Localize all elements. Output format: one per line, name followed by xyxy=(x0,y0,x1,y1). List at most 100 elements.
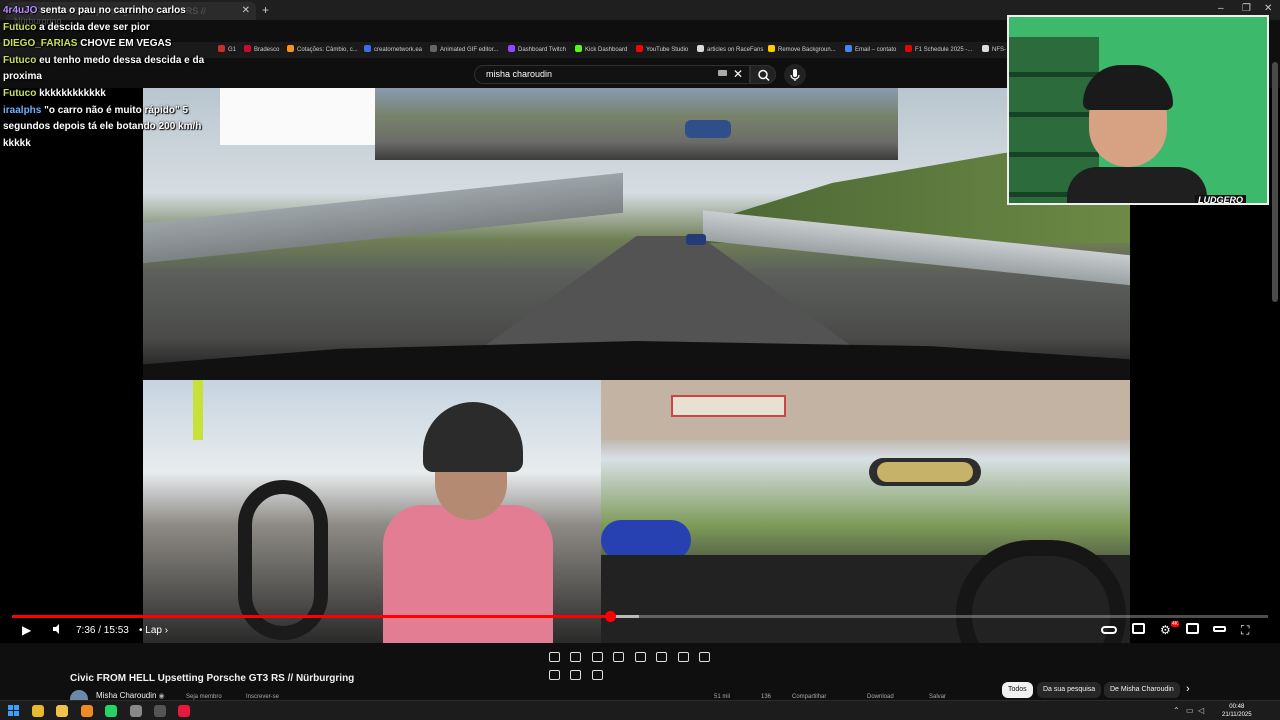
bookmark-item[interactable]: Remove Backgroun... xyxy=(768,45,836,53)
chat-username[interactable]: Futuco xyxy=(3,22,36,33)
maximize-icon[interactable]: ❐ xyxy=(1242,3,1251,14)
bookmark-item[interactable]: F1 Schedule 2025 -... xyxy=(905,45,972,53)
clock-date: 21/11/2025 xyxy=(1222,712,1252,718)
settings-icon[interactable]: ⚙ xyxy=(1160,623,1171,637)
bookmark-favicon-icon xyxy=(244,45,251,52)
bookmark-favicon-icon xyxy=(768,45,775,52)
bookmark-item[interactable]: Dashboard Twitch xyxy=(508,45,566,53)
voice-search-button[interactable] xyxy=(784,64,806,86)
bookmark-item[interactable]: Animated GIF editor... xyxy=(430,45,498,53)
bookmark-label: NFS- xyxy=(992,47,1006,53)
screenshot-icon[interactable] xyxy=(549,669,560,680)
driver-camera-view xyxy=(143,380,601,643)
clear-search-icon[interactable]: ✕ xyxy=(733,67,743,81)
sky-patch xyxy=(220,88,375,145)
bookmark-item[interactable]: G1 xyxy=(218,45,236,53)
bookmark-label: Email – contato xyxy=(855,47,897,53)
filter-chip[interactable]: Todos xyxy=(1002,682,1033,698)
bookmark-label: Kick Dashboard xyxy=(585,47,628,53)
channel-name[interactable]: Misha Charoudin ◉ xyxy=(96,691,165,700)
camera-icon[interactable] xyxy=(570,669,582,680)
bookmark-item[interactable]: creatornetwork.ea xyxy=(364,45,422,53)
app-red-icon[interactable] xyxy=(178,705,190,717)
chat-message: Futuco eu tenho medo dessa descida e da … xyxy=(3,53,218,86)
play-icon[interactable]: ▶ xyxy=(22,623,31,637)
theater-mode-icon[interactable] xyxy=(1213,626,1226,632)
bookmark-label: G1 xyxy=(228,47,237,53)
bookmark-label: Remove Backgroun... xyxy=(778,47,836,53)
bookmark-item[interactable]: Email – contato xyxy=(845,45,896,53)
chips-next-icon[interactable]: › xyxy=(1186,683,1190,695)
chat-message: iraalphs "o carro não é muito rápido" 5 … xyxy=(3,103,218,153)
bookmark-label: Cotações: Câmbio, c... xyxy=(297,47,358,53)
speed-icon[interactable] xyxy=(699,651,711,662)
filter-chip[interactable]: De Misha Charoudin xyxy=(1104,682,1180,698)
chat-username[interactable]: 4r4uJO xyxy=(3,5,37,16)
cinema-icon[interactable] xyxy=(591,651,603,662)
close-tab-icon[interactable]: ✕ xyxy=(242,5,250,16)
new-tab-button[interactable]: + xyxy=(262,3,269,17)
pip-icon[interactable] xyxy=(634,651,646,662)
bookmark-favicon-icon xyxy=(575,45,582,52)
chat-username[interactable]: Futuco xyxy=(3,55,36,66)
bookmark-favicon-icon xyxy=(697,45,704,52)
keyboard-icon[interactable] xyxy=(718,70,727,76)
loop-icon[interactable] xyxy=(549,651,560,662)
chat-username[interactable]: DIEGO_FARIAS xyxy=(3,38,77,49)
chat-text: a descida deve ser pior xyxy=(39,21,150,33)
whatsapp-icon[interactable] xyxy=(105,705,117,717)
scrubber-handle[interactable] xyxy=(605,611,616,622)
filter-chip[interactable]: Da sua pesquisa xyxy=(1037,682,1102,698)
frame-icon[interactable] xyxy=(613,651,625,662)
app-gray-icon[interactable] xyxy=(130,705,142,717)
channel-name-text[interactable]: Misha Charoudin xyxy=(96,691,156,700)
chapter-label[interactable]: • Lap › xyxy=(139,625,168,636)
chat-message: Futuco a descida deve ser pior xyxy=(3,20,218,37)
mirror-icon[interactable] xyxy=(656,651,668,662)
chat-username[interactable]: Futuco xyxy=(3,88,36,99)
bookmark-favicon-icon xyxy=(364,45,371,52)
obs-icon[interactable] xyxy=(154,705,166,717)
bookmark-label: Bradesco xyxy=(254,47,280,53)
tray-chevron-icon[interactable]: ⌃ xyxy=(1173,706,1180,715)
subtitles-icon[interactable] xyxy=(1132,623,1145,634)
bookmark-favicon-icon xyxy=(905,45,912,52)
close-window-icon[interactable]: ✕ xyxy=(1264,3,1272,14)
minimize-icon[interactable]: – xyxy=(1218,3,1224,14)
bookmark-label: creatornetwork.ea xyxy=(374,47,423,53)
audio-icon[interactable] xyxy=(570,651,582,662)
volume-icon[interactable] xyxy=(52,623,64,638)
taskbar-clock[interactable]: 00:48 21/11/2025 xyxy=(1222,703,1252,719)
chrome-icon[interactable] xyxy=(32,705,44,717)
files-icon[interactable] xyxy=(56,705,68,717)
autoplay-toggle[interactable] xyxy=(1101,626,1117,634)
chat-message: 4r4uJO senta o pau no carrinho carlos xyxy=(3,3,218,20)
search-box[interactable]: misha charoudin ✕ xyxy=(474,65,750,84)
video-title: Civic FROM HELL Upsetting Porsche GT3 RS… xyxy=(70,673,355,684)
screen: Civic FROM HELL Upsetting Porsche GT3 RS… xyxy=(0,0,1280,720)
popup-icon[interactable] xyxy=(677,651,689,662)
search-input[interactable]: misha charoudin xyxy=(486,69,552,79)
bookmark-item[interactable]: articles on RaceFans xyxy=(697,45,763,53)
bookmark-item[interactable]: YouTube Studio xyxy=(636,45,688,53)
speaker-icon[interactable]: ◁ xyxy=(1198,706,1204,715)
rear-camera-inset xyxy=(375,88,898,160)
driver-shirt xyxy=(383,505,553,643)
chat-username[interactable]: iraalphs xyxy=(3,105,41,116)
bookmark-item[interactable]: Cotações: Câmbio, c... xyxy=(287,45,358,53)
app-orange-icon[interactable] xyxy=(81,705,93,717)
gear-icon[interactable] xyxy=(591,669,603,680)
miniplayer-icon[interactable] xyxy=(1186,623,1199,634)
bookmark-label: YouTube Studio xyxy=(646,47,689,53)
page-scrollbar[interactable] xyxy=(1272,62,1278,302)
bookmark-item[interactable]: Bradesco xyxy=(244,45,279,53)
bookmark-label: Animated GIF editor... xyxy=(440,47,499,53)
bookmark-favicon-icon xyxy=(508,45,515,52)
clock-time: 00:48 xyxy=(1229,704,1245,710)
bookmark-item[interactable]: Kick Dashboard xyxy=(575,45,627,53)
fullscreen-icon[interactable]: ⛶ xyxy=(1241,623,1249,638)
bookmark-item[interactable]: NFS- xyxy=(982,45,1006,53)
search-button[interactable] xyxy=(750,65,776,84)
network-icon[interactable]: ▭ xyxy=(1186,706,1194,715)
windows-start-icon[interactable] xyxy=(8,705,20,717)
